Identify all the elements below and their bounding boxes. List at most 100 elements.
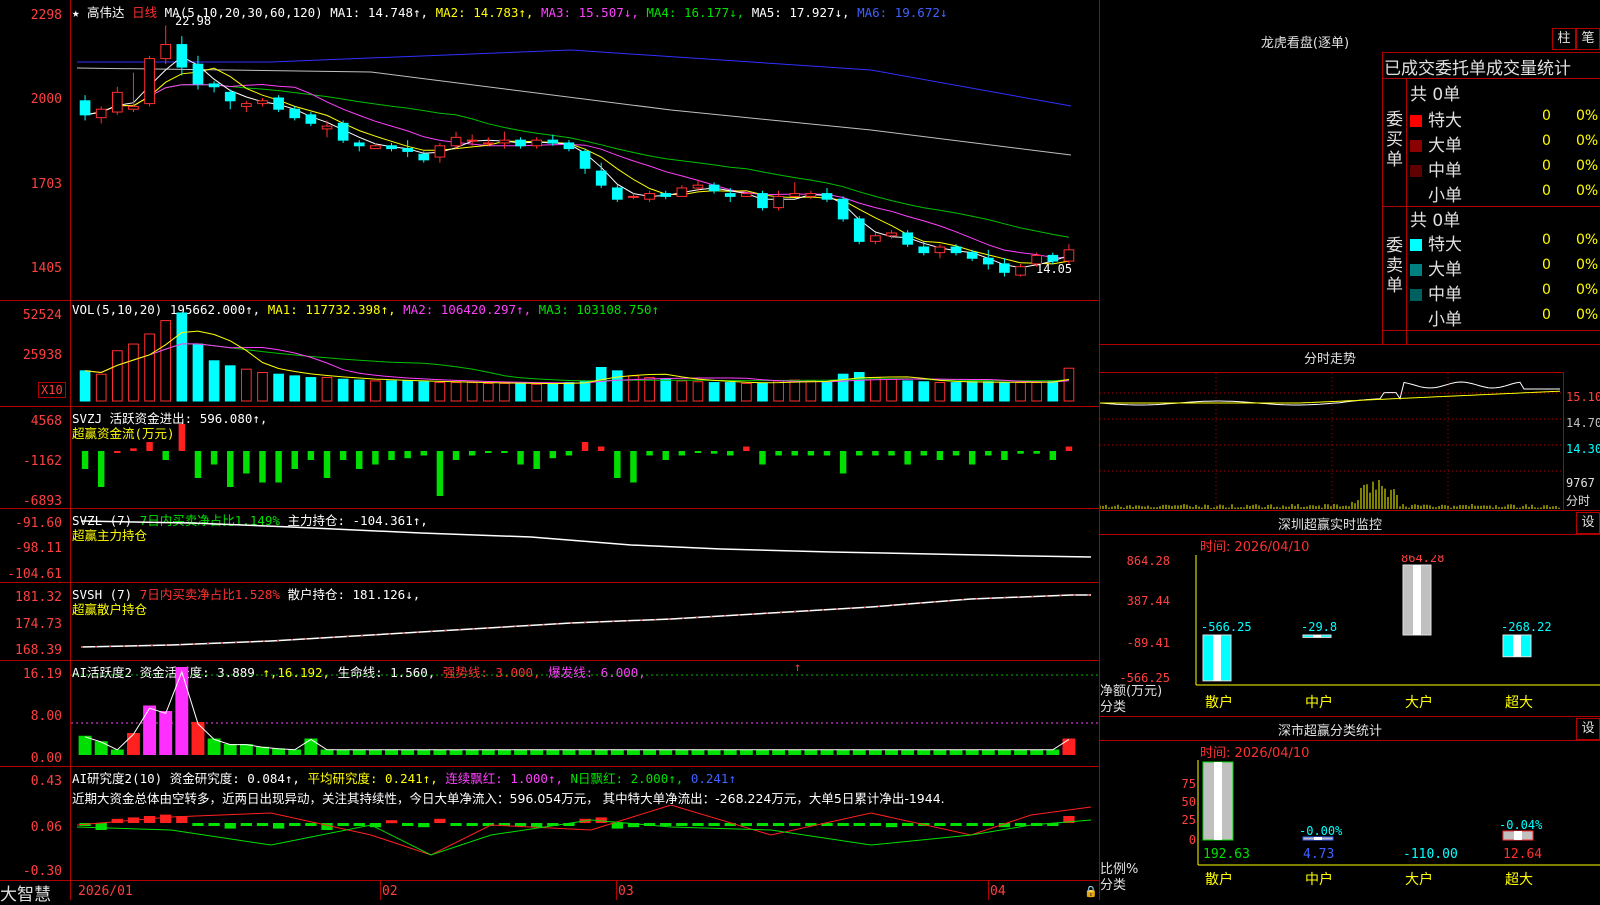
research-bar [434, 819, 445, 823]
intraday-axis-label: 14.30 [1566, 442, 1600, 456]
volume-bar [274, 374, 284, 401]
fund-flow-bar [1066, 447, 1072, 452]
legend-swatch [1410, 239, 1422, 251]
activity-bar [853, 750, 866, 756]
legend-swatch [1410, 165, 1422, 177]
candle-body [677, 188, 687, 196]
candle-body [403, 149, 413, 152]
research-bar [854, 823, 865, 826]
intraday-chart[interactable] [1100, 373, 1563, 510]
volume-bar [403, 381, 413, 401]
candle-body [725, 194, 735, 197]
research-bar [192, 823, 203, 826]
candle-body [322, 126, 332, 129]
ai-research-name: AI研究度2(10) [72, 771, 162, 786]
fund-flow-bar [82, 451, 88, 469]
monitor-category-label: 大户 [1405, 694, 1433, 711]
volume-bar [919, 382, 929, 401]
research-bar [531, 823, 542, 827]
fund-flow-bar [662, 451, 668, 460]
volume-chart [71, 301, 1099, 406]
date-label: 04 [990, 884, 1006, 899]
fund-flow-bar [372, 451, 378, 465]
date-label: 02 [382, 884, 398, 899]
activity-bar [772, 750, 785, 756]
ai-active-axis-label: 8.00 [0, 709, 62, 724]
sell-label: 小单 [1428, 310, 1462, 330]
classify-value-label: 12.64 [1503, 847, 1542, 862]
buy-percent: 0% [1576, 108, 1598, 124]
activity-bar [192, 722, 205, 755]
volume-bar [967, 382, 977, 401]
research-bar [934, 823, 945, 826]
buy-percent: 0% [1576, 133, 1598, 149]
tick-mode-button[interactable]: 笔 [1576, 28, 1600, 50]
activity-bar [159, 711, 172, 755]
candle-body [467, 140, 477, 141]
activity-bar [692, 750, 705, 756]
buy-label: 中单 [1428, 161, 1462, 181]
candle-body [951, 247, 961, 253]
sz-monitor-settings-button[interactable]: 设 [1576, 512, 1600, 534]
volume-bar [209, 361, 219, 401]
legend-swatch [1410, 115, 1422, 127]
candle-body [564, 143, 574, 149]
research-bar [337, 823, 348, 826]
fund-flow-bar [695, 451, 701, 453]
volume-bar [306, 378, 316, 401]
fund-flow-bar [775, 451, 781, 456]
fund-flow-bar [711, 451, 717, 454]
ai-research-t5: 0.241↑ [691, 771, 736, 786]
fund-flow-bar [388, 451, 394, 460]
activity-bar [337, 750, 350, 756]
fund-flow-bar [98, 451, 104, 487]
vol-axis-label: 25938 [0, 348, 62, 363]
intraday-axis-label: 15.10 [1566, 390, 1600, 404]
activity-bar [304, 739, 317, 756]
high-price-marker: 22.98 [175, 14, 211, 28]
buy-value: 0 [1542, 133, 1551, 149]
volume-bar [1032, 383, 1042, 401]
buy-label: 大单 [1428, 136, 1462, 156]
activity-bar [901, 750, 914, 756]
research-bar [660, 823, 671, 826]
activity-bar [95, 741, 108, 755]
lock-icon[interactable]: 🔒 [1084, 885, 1098, 898]
monitor-value-label: -566.25 [1201, 620, 1252, 634]
classify-value-label: 192.63 [1203, 847, 1250, 862]
classify-bar-highlight [1214, 762, 1222, 840]
ai-research-axis-label: -0.30 [0, 864, 62, 879]
main-position-chart [71, 509, 1099, 582]
fund-flow-bar [679, 451, 685, 456]
svzj-axis-label: -1162 [0, 454, 62, 469]
activity-bar [933, 750, 946, 756]
candle-body [209, 84, 219, 87]
sell-percent: 0% [1576, 282, 1598, 298]
candle-body [371, 146, 381, 149]
sz-classify-settings-button[interactable]: 设 [1576, 718, 1600, 740]
fund-flow-bar [275, 451, 281, 483]
research-bar [950, 823, 961, 826]
buy-row: 中单 [1410, 156, 1462, 181]
fund-flow-bar [1017, 451, 1023, 454]
buy-percent: 0% [1576, 183, 1598, 199]
fund-flow-bar [872, 451, 878, 456]
fund-flow-bar [533, 451, 539, 469]
activity-bar [821, 750, 834, 756]
volume-bar [612, 371, 622, 401]
candle-body [774, 196, 784, 207]
research-bar [450, 823, 461, 826]
fund-flow-bar [356, 451, 362, 469]
bar-mode-button[interactable]: 柱 [1552, 28, 1576, 50]
monitor-bar-highlight [1513, 635, 1521, 657]
activity-bar [1062, 739, 1075, 756]
fund-flow-bar [566, 451, 572, 456]
fund-flow-bar [146, 442, 152, 451]
date-label: 2026/01 [78, 884, 133, 899]
research-bar [837, 823, 848, 826]
fund-flow-bar [808, 451, 814, 456]
activity-bar [788, 750, 801, 756]
fund-flow-bar [727, 451, 733, 456]
fund-flow-bar [646, 451, 652, 456]
candlestick-chart[interactable] [71, 0, 1099, 300]
